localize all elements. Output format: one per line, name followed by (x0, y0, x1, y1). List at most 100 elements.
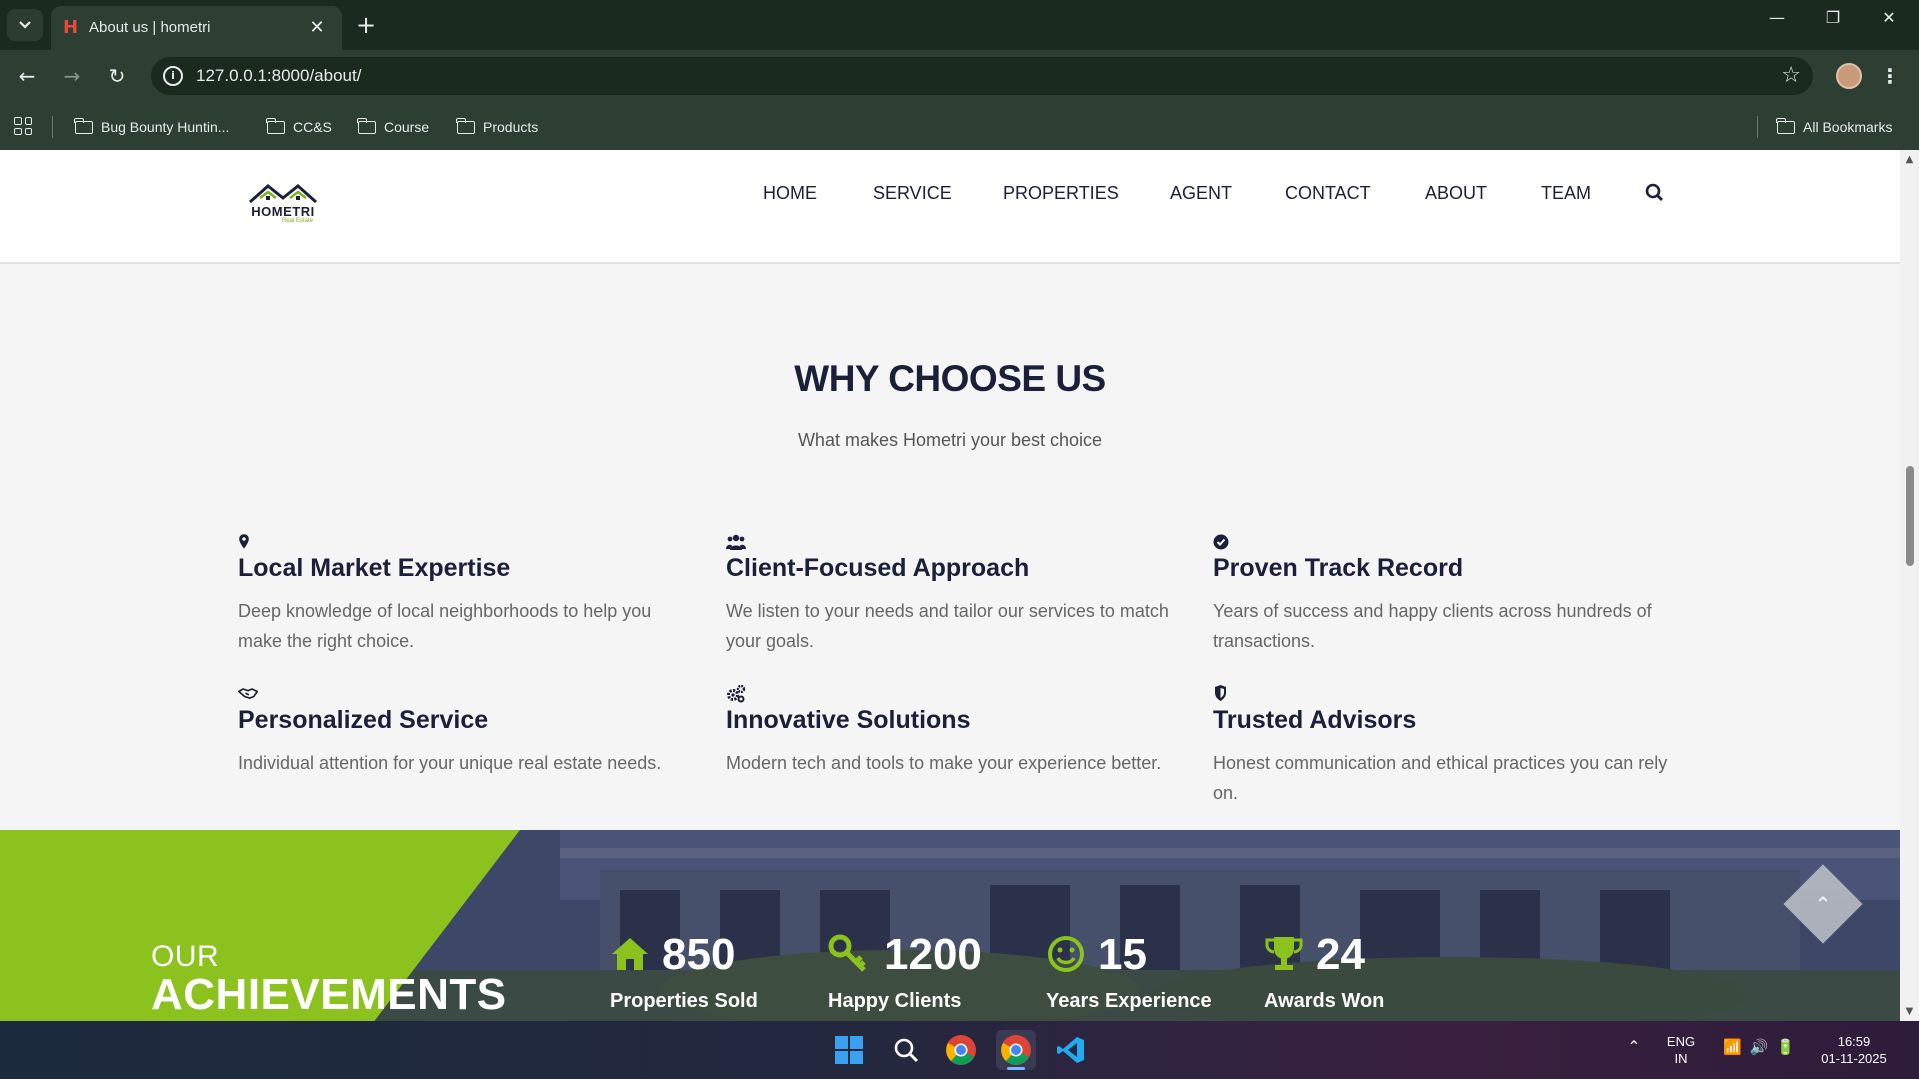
nav-agent[interactable]: AGENT (1170, 178, 1232, 208)
site-header: HOMETRI Real Estate HOME SERVICE PROPERT… (0, 150, 1900, 264)
start-button[interactable] (829, 1030, 869, 1070)
address-bar[interactable]: i 127.0.0.1:8000/about/ ☆ (151, 57, 1813, 95)
nav-team[interactable]: TEAM (1541, 178, 1591, 208)
achievements-heading-small: OUR (151, 940, 220, 973)
bookmark-folder-course[interactable]: Course (357, 116, 430, 138)
all-bookmarks-button[interactable]: All Bookmarks (1776, 116, 1892, 138)
stat-label: Happy Clients (828, 990, 962, 1012)
site-favicon: H (63, 17, 79, 38)
map-marker-icon (239, 534, 249, 549)
bookmark-label: CC&S (293, 119, 332, 135)
folder-icon (357, 117, 376, 134)
smile-icon (1048, 936, 1084, 972)
nav-about[interactable]: ABOUT (1425, 178, 1487, 208)
clock-date: 01-11-2025 (1821, 1051, 1887, 1066)
users-icon (726, 534, 746, 550)
back-button[interactable]: ← (11, 60, 43, 92)
language-code: ENG (1666, 1034, 1696, 1049)
cogs-icon (727, 684, 746, 703)
clock[interactable]: 16:59 01-11-2025 (1814, 1033, 1894, 1067)
bookmarks-divider (1757, 116, 1758, 138)
browser-toolbar: ← → ↻ i 127.0.0.1:8000/about/ ☆ ⋮ (0, 50, 1919, 102)
search-icon (894, 1038, 919, 1063)
nav-service[interactable]: SERVICE (873, 178, 952, 208)
back-to-top-button[interactable]: ⌃ (1783, 864, 1863, 944)
language-indicator[interactable]: ENG IN (1660, 1033, 1702, 1067)
url-text[interactable]: 127.0.0.1:8000/about/ (196, 66, 361, 86)
stat-value: 15 (1098, 930, 1147, 979)
section-subtitle: What makes Hometri your best choice (797, 430, 1103, 450)
bookmark-folder-ccs[interactable]: CC&S (266, 116, 332, 138)
nav-home[interactable]: HOME (763, 178, 817, 208)
bookmark-label: Course (384, 119, 430, 135)
folder-icon (1776, 117, 1795, 134)
forward-button[interactable]: → (56, 60, 88, 92)
clock-time: 16:59 (1837, 1034, 1871, 1049)
apps-grid-icon[interactable] (14, 117, 32, 135)
feature-title: Innovative Solutions (726, 706, 971, 734)
bookmark-label: Bug Bounty Huntin... (101, 119, 230, 135)
feature-title: Trusted Advisors (1213, 706, 1417, 734)
reload-button[interactable]: ↻ (101, 60, 133, 92)
feature-text: We listen to your needs and tailor our s… (726, 601, 1169, 651)
site-logo[interactable]: HOMETRI Real Estate (246, 180, 320, 230)
minimize-button[interactable]: — (1757, 8, 1797, 40)
stat-label: Years Experience (1046, 990, 1212, 1012)
feature-text: Modern tech and tools to make your exper… (726, 753, 1162, 773)
taskbar-chrome-active[interactable] (996, 1030, 1036, 1070)
bookmark-folder-products[interactable]: Products (456, 116, 538, 138)
taskbar-vscode[interactable] (1051, 1030, 1091, 1070)
bookmark-folder-bug-bounty[interactable]: Bug Bounty Huntin... (74, 116, 230, 138)
nav-properties[interactable]: PROPERTIES (1003, 178, 1119, 208)
wifi-icon: 📶 (1722, 1039, 1742, 1056)
scrollbar-thumb[interactable] (1906, 466, 1914, 566)
feature-title: Proven Track Record (1213, 554, 1464, 582)
bookmarks-bar: Bug Bounty Huntin... CC&S Course Product… (0, 102, 1919, 150)
search-icon[interactable] (1645, 178, 1665, 208)
feature-text: Individual attention for your unique rea… (238, 753, 662, 773)
site-info-icon[interactable]: i (163, 66, 183, 86)
chrome-icon (1001, 1035, 1031, 1065)
windows-logo-icon (835, 1036, 863, 1064)
new-tab-button[interactable]: + (352, 11, 380, 39)
chevron-up-icon: ⌃ (1814, 892, 1832, 916)
nav-contact[interactable]: CONTACT (1285, 178, 1371, 208)
key-icon (828, 934, 866, 972)
browser-menu-icon[interactable]: ⋮ (1880, 60, 1900, 92)
achievements-section: OUR ACHIEVEMENTS 850 Properties Sold 120… (0, 830, 1900, 1021)
show-hidden-icons-chevron-icon[interactable]: ⌃ (1622, 1039, 1646, 1056)
feature-title: Personalized Service (238, 706, 489, 734)
feature-text: Deep knowledge of local neighborhoods to… (238, 601, 652, 651)
stat-label: Properties Sold (610, 990, 758, 1012)
trophy-icon (1265, 937, 1303, 970)
chrome-icon (946, 1035, 976, 1065)
home-icon (612, 938, 648, 970)
os-taskbar: ⌃ ENG IN 📶 🔊 🔋 16:59 01-11-2025 (0, 1021, 1919, 1079)
check-circle-icon (1213, 534, 1229, 550)
tab-search-button[interactable] (7, 9, 43, 41)
restore-button[interactable]: ❐ (1813, 8, 1853, 40)
close-window-button[interactable]: ✕ (1869, 8, 1909, 40)
close-tab-icon[interactable]: ✕ (305, 16, 329, 40)
tab-title: About us | hometri (89, 19, 211, 36)
shield-icon (1215, 685, 1226, 701)
battery-icon: 🔋 (1776, 1039, 1796, 1056)
vscode-icon (1057, 1037, 1084, 1063)
profile-avatar[interactable] (1836, 63, 1862, 89)
folder-icon (456, 117, 475, 134)
stat-value: 850 (662, 930, 736, 979)
system-tray[interactable]: 📶 🔊 🔋 (1716, 1039, 1802, 1056)
bookmark-star-icon[interactable]: ☆ (1781, 63, 1801, 89)
handshake-icon (238, 688, 258, 700)
feature-title: Client-Focused Approach (726, 554, 1030, 582)
scroll-down-arrow[interactable]: ▼ (1904, 1006, 1915, 1017)
active-tab[interactable]: H About us | hometri ✕ (51, 6, 342, 50)
page-viewport: HOMETRI Real Estate HOME SERVICE PROPERT… (0, 150, 1900, 1021)
house-roof-logo-icon (249, 184, 317, 204)
chevron-down-icon (19, 21, 31, 29)
page-scrollbar[interactable]: ▲ ▼ (1900, 150, 1919, 1021)
scroll-up-arrow[interactable]: ▲ (1904, 154, 1915, 165)
taskbar-chrome[interactable] (941, 1030, 981, 1070)
stat-value: 24 (1316, 930, 1365, 979)
taskbar-search-button[interactable] (886, 1030, 926, 1070)
